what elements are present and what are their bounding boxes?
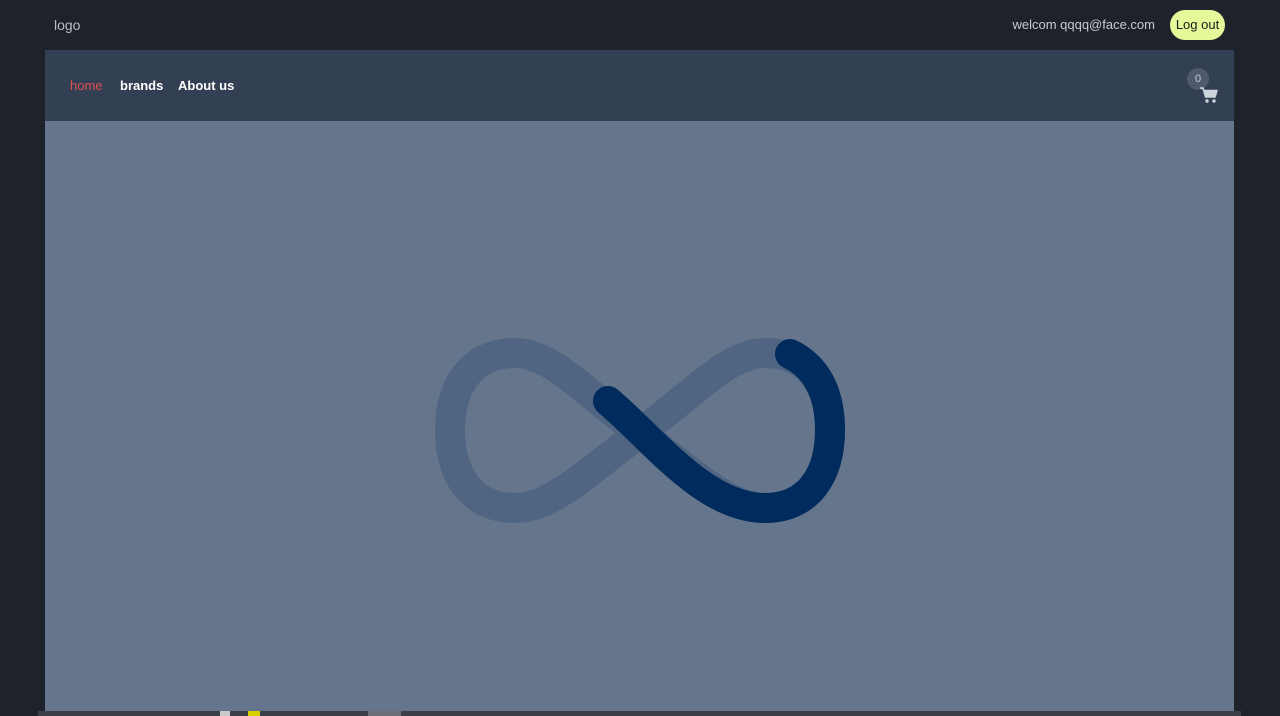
- main-content: [45, 121, 1234, 711]
- welcome-text: welcom qqqq@face.com: [1012, 17, 1155, 32]
- taskbar-strip: [0, 711, 1280, 716]
- shopping-cart-icon: [1199, 86, 1219, 109]
- logout-button[interactable]: Log out: [1170, 10, 1225, 40]
- nav-link-brands[interactable]: brands: [120, 78, 163, 93]
- cart-button[interactable]: 0: [1187, 68, 1221, 108]
- navbar: home brands About us 0: [45, 50, 1234, 121]
- nav-link-home[interactable]: home: [70, 78, 103, 93]
- top-bar: logo welcom qqqq@face.com Log out: [0, 0, 1280, 50]
- logo[interactable]: logo: [54, 17, 80, 33]
- nav-link-about-us[interactable]: About us: [178, 78, 234, 93]
- infinity-loader-icon: [430, 333, 850, 538]
